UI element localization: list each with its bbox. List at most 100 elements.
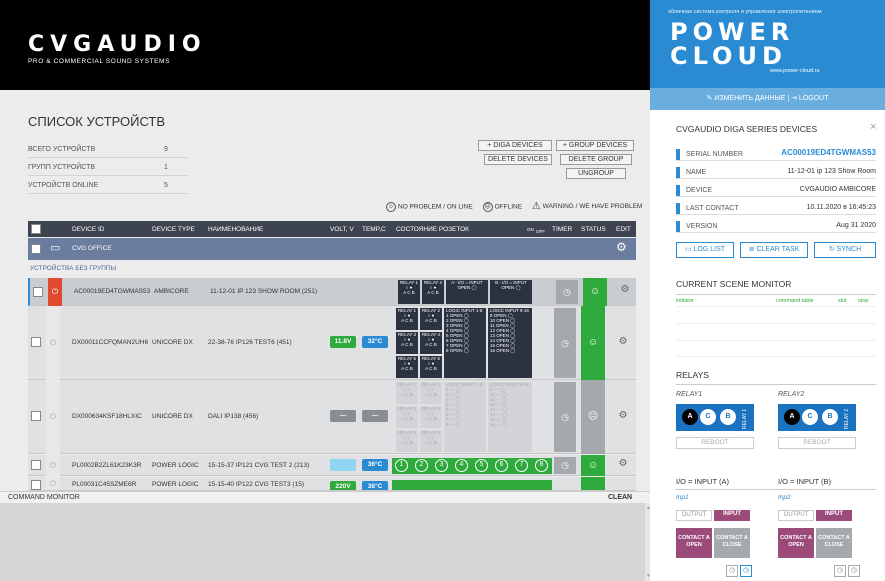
- output-b-button[interactable]: OUTPUT: [778, 510, 814, 521]
- relay-3-cell[interactable]: RELAY 3 ○ ● A C B: [396, 332, 418, 354]
- outlet-1[interactable]: 1: [395, 459, 408, 472]
- timer-icon[interactable]: ◷: [554, 382, 576, 452]
- logout-link[interactable]: LOGOUT: [799, 95, 829, 102]
- outlet-7[interactable]: 7: [515, 459, 528, 472]
- clear-icon: ≣: [748, 246, 755, 253]
- outlet-3[interactable]: 3: [435, 459, 448, 472]
- power-icon[interactable]: ⏻: [46, 380, 60, 454]
- reboot-relay2-button[interactable]: REBOOT: [778, 437, 856, 449]
- contact-a-close-button[interactable]: CONTACT A CLOSE: [714, 528, 750, 558]
- group-row[interactable]: ▭ CVG OFFICE ⚙: [28, 238, 636, 260]
- gear-icon[interactable]: ⚙: [616, 240, 627, 254]
- voltage-badge: 11.8V: [330, 336, 356, 348]
- row-checkbox[interactable]: [31, 460, 41, 470]
- clock-icon[interactable]: ◷: [848, 565, 860, 577]
- gear-icon[interactable]: ⚙: [612, 458, 634, 469]
- io-b-title: I/O = INPUT (B): [778, 477, 831, 486]
- row-checkbox[interactable]: [33, 287, 43, 297]
- relay-1-cell[interactable]: RELAY 1 ○ ● A C B: [396, 308, 418, 330]
- input-a-cell[interactable]: A - I/O = INPUT OPEN ◯: [446, 280, 488, 304]
- row-checkbox[interactable]: [31, 411, 41, 421]
- clock-icon[interactable]: ◷: [740, 565, 752, 577]
- device-name: 22-38-76 IP126 TEST6 (451): [208, 339, 292, 346]
- relay-6-cell[interactable]: RELAY 6 ○ ○ A C B: [420, 430, 442, 452]
- relay-6-cell[interactable]: RELAY 6 ○ ● A C B: [420, 356, 442, 378]
- relay-5-cell[interactable]: RELAY 5 ○ ○ A C B: [396, 430, 418, 452]
- clock-icon[interactable]: ◷: [834, 565, 846, 577]
- gear-icon[interactable]: ⚙: [614, 284, 636, 295]
- relay-2-cell[interactable]: RELAY 2 ○ ● A C B: [420, 308, 442, 330]
- select-all-checkbox[interactable]: [31, 224, 41, 234]
- outlet-4[interactable]: 4: [455, 459, 468, 472]
- synch-button[interactable]: ↻ SYNCH: [814, 242, 876, 258]
- clean-button[interactable]: CLEAN: [608, 494, 632, 501]
- clock-icon[interactable]: ◷: [726, 565, 738, 577]
- timer-icon[interactable]: ◷: [554, 308, 576, 378]
- relay-5-cell[interactable]: RELAY 5 ○ ● A C B: [396, 356, 418, 378]
- stat-total-value: 9: [164, 146, 168, 153]
- logic-input-9-16[interactable]: LOGIC INPUT 9-16 9 OPEN ◯ 10 OPEN ◯ 11 OPEN…: [488, 308, 532, 378]
- main-area: CVGAUDIO PRO & COMMERCIAL SOUND SYSTEMS …: [0, 0, 653, 581]
- relay-2-cell[interactable]: RELAY 2 ○ ● A C B: [422, 280, 444, 304]
- devices-title: CVGAUDIO DIGA SERIES DEVICES: [676, 124, 818, 134]
- cvgaudio-logo: CVGAUDIO PRO & COMMERCIAL SOUND SYSTEMS: [28, 32, 207, 66]
- outlet-6[interactable]: 6: [495, 459, 508, 472]
- table-row[interactable]: ⏻ DX000634KSF18HLXIC UNICORE DX DALI IP1…: [28, 380, 636, 454]
- timer-icon[interactable]: ◷: [556, 280, 578, 304]
- table-row[interactable]: ⏻ PL0002B2ZL61K23K3R POWER LOGIC 15-15-3…: [28, 455, 636, 476]
- output-a-button[interactable]: OUTPUT: [676, 510, 712, 521]
- table-row[interactable]: ⏻ PL00031C45SZME6R POWER LOGIC 15-15-40 …: [28, 477, 636, 491]
- table-row[interactable]: ⏻ DX00011CCFQMAN2UH6 UNICORE DX 22-38-76…: [28, 306, 636, 380]
- temp-badge: —: [362, 410, 388, 422]
- contact-b-close-button[interactable]: CONTACT A CLOSE: [816, 528, 852, 558]
- power-icon[interactable]: ⏻: [46, 477, 60, 490]
- top-banner: CVGAUDIO PRO & COMMERCIAL SOUND SYSTEMS: [0, 0, 650, 90]
- relay-4-cell[interactable]: RELAY 4 ○ ○ A C B: [420, 406, 442, 428]
- relays-title: RELAYS: [676, 370, 709, 380]
- device-type: POWER LOGIC: [152, 481, 199, 488]
- timer-icon[interactable]: ◷: [554, 457, 576, 474]
- delete-group-button[interactable]: DELETE GROUP: [560, 154, 632, 165]
- gear-icon[interactable]: ⚙: [612, 410, 634, 421]
- relay2-control[interactable]: A C B RELAY 2: [778, 404, 856, 431]
- input-a-button[interactable]: INPUT: [714, 510, 750, 521]
- outlet-8[interactable]: 8: [535, 459, 548, 472]
- relay-1-cell[interactable]: RELAY 1 ○ ○ A C B: [396, 382, 418, 404]
- sync-icon: ↻: [828, 246, 835, 253]
- contact-b-open-button[interactable]: CONTACT A OPEN: [778, 528, 814, 558]
- relay-1-cell[interactable]: RELAY 1 ○ ● A C B: [398, 280, 420, 304]
- inp1-label: Inp1: [676, 494, 689, 501]
- power-icon[interactable]: ⏻: [48, 278, 62, 306]
- input-b-cell[interactable]: B - I/O = INPUT OPEN ◯: [490, 280, 532, 304]
- clear-task-button[interactable]: ≣ CLEAR TASK: [740, 242, 808, 258]
- relay-4-cell[interactable]: RELAY 4 ○ ● A C B: [420, 332, 442, 354]
- power-icon[interactable]: ⏻: [46, 455, 60, 476]
- table-row[interactable]: ⏻ AC00019ED4TGWMAS53 AMBICORE 11-12-01 I…: [28, 278, 636, 306]
- relay-3-cell[interactable]: RELAY 3 ○ ○ A C B: [396, 406, 418, 428]
- power-icon[interactable]: ⏻: [46, 306, 60, 380]
- temp-badge: 36°C: [362, 481, 388, 490]
- add-diga-devices-button[interactable]: + DIGA DEVICES: [478, 140, 552, 151]
- close-icon[interactable]: ×: [870, 121, 876, 133]
- input-b-button[interactable]: INPUT: [816, 510, 852, 521]
- row-checkbox[interactable]: [31, 337, 41, 347]
- delete-devices-button[interactable]: DELETE DEVICES: [484, 154, 552, 165]
- device-type: POWER LOGIC: [152, 462, 199, 469]
- reboot-relay1-button[interactable]: REBOOT: [676, 437, 754, 449]
- logic-input-1-8[interactable]: LOGIC INPUT 1-8 1 OPEN ◯ 2 OPEN ◯ 3 OPEN ◯ 4…: [444, 308, 486, 378]
- edit-data-link[interactable]: ИЗМЕНИТЬ ДАННЫЕ: [714, 95, 785, 102]
- relay-2-cell[interactable]: RELAY 2 ○ ○ A C B: [420, 382, 442, 404]
- outlet-2[interactable]: 2: [415, 459, 428, 472]
- relay1-control[interactable]: A C B RELAY 1: [676, 404, 754, 431]
- stat-online-label: УСТРОЙСТВ ONLINE: [28, 182, 99, 189]
- group-checkbox[interactable]: [31, 244, 41, 254]
- row-checkbox[interactable]: [31, 480, 41, 490]
- ungroup-button[interactable]: UNGROUP: [566, 168, 626, 179]
- gear-icon[interactable]: ⚙: [612, 336, 634, 347]
- add-group-devices-button[interactable]: + GROUP DEVICES: [556, 140, 634, 151]
- logic-input-9-16[interactable]: LOGIC INPUT 9-16 9 — ◯ 10 — ◯ 11 — ◯ 12 — ◯ 1…: [488, 382, 532, 452]
- logic-input-1-8[interactable]: LOGIC INPUT 1-8 1 — ◯ 2 — ◯ 3 — ◯ 4 — ◯ 5 — ◯…: [444, 382, 486, 452]
- log-list-button[interactable]: ▭ LOG LIST: [676, 242, 734, 258]
- outlet-5[interactable]: 5: [475, 459, 488, 472]
- contact-a-open-button[interactable]: CONTACT A OPEN: [676, 528, 712, 558]
